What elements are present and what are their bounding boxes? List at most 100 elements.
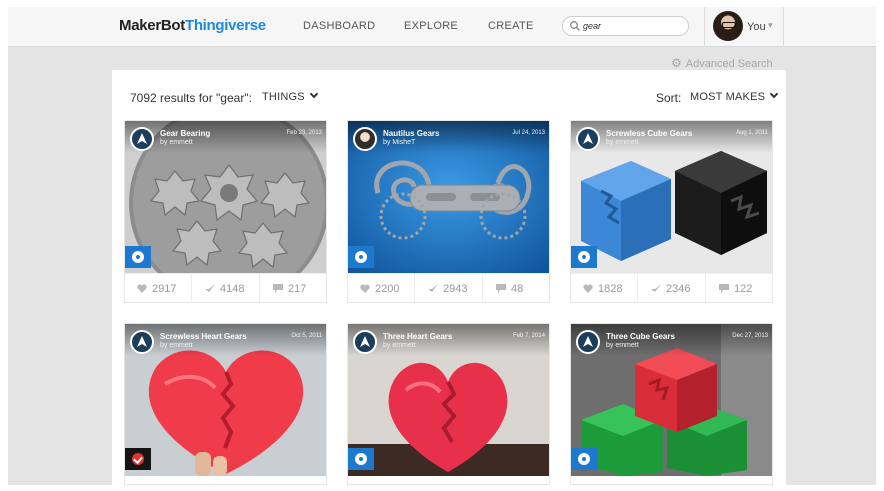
thing-date: Dec 27, 2013 [732, 333, 768, 339]
thing-title[interactable]: Three Cube Gears [606, 332, 675, 341]
thing-title[interactable]: Screwless Cube Gears [606, 129, 692, 138]
author-avatar[interactable] [576, 127, 600, 151]
thing-card[interactable]: Three Cube Gears by emmett Dec 27, 2013 [570, 323, 773, 485]
search-icon [570, 21, 580, 31]
featured-badge [571, 246, 597, 268]
made-badge [125, 448, 151, 470]
thing-image[interactable]: Screwless Heart Gears by emmett Oct 5, 2… [125, 324, 326, 476]
made-check-icon [132, 453, 144, 465]
like-count-value: 2917 [152, 283, 177, 295]
card-header: Nautilus Gears by MisheT Jul 24, 2013 [348, 121, 549, 153]
thing-image[interactable]: Three Heart Gears by emmett Feb 7, 2014 [348, 324, 549, 476]
nav-create[interactable]: CREATE [488, 20, 534, 32]
author-avatar[interactable] [130, 127, 154, 151]
card-header: Three Heart Gears by emmett Feb 7, 2014 [348, 324, 549, 356]
thing-date: Feb 7, 2014 [512, 333, 545, 339]
thing-title[interactable]: Gear Bearing [160, 129, 210, 138]
heart-icon [137, 284, 147, 293]
thing-card[interactable]: Three Heart Gears by emmett Feb 7, 2014 [347, 323, 550, 485]
thing-card[interactable]: Gear Bearing by emmett Feb 23, 2013 2917… [124, 120, 327, 303]
browser-viewport: MakerBotThingiverse DASHBOARD EXPLORE CR… [8, 7, 876, 485]
thing-image[interactable]: Screwless Cube Gears by emmett Aug 1, 20… [571, 121, 772, 273]
like-count[interactable]: 2200 [348, 274, 415, 302]
sort-value-label: MOST MAKES [690, 91, 766, 103]
collect-count-value: 2943 [443, 283, 468, 295]
collect-count-value: 2346 [666, 283, 691, 295]
collect-icon [205, 284, 215, 292]
like-count[interactable]: 1828 [571, 274, 638, 302]
results-type-label: THINGS [262, 91, 305, 103]
like-count-value: 2200 [375, 283, 400, 295]
thing-date: Aug 1, 2011 [736, 130, 768, 136]
thing-author[interactable]: by emmett [606, 139, 639, 146]
thing-image[interactable]: Three Cube Gears by emmett Dec 27, 2013 [571, 324, 772, 476]
author-avatar[interactable] [130, 330, 154, 354]
gear-icon: ⚙ [671, 56, 682, 70]
thing-author[interactable]: by emmett [160, 139, 193, 146]
thing-date: Feb 23, 2013 [286, 130, 322, 136]
site-logo[interactable]: MakerBotThingiverse [119, 17, 266, 34]
nav-explore[interactable]: EXPLORE [404, 20, 458, 32]
collect-icon [428, 284, 438, 292]
featured-star-icon [578, 453, 590, 465]
featured-badge [125, 246, 151, 268]
sort-dropdown[interactable]: MOST MAKES [690, 89, 779, 103]
collect-icon [651, 284, 661, 292]
thing-title[interactable]: Screwless Heart Gears [160, 332, 247, 341]
featured-badge [348, 448, 374, 470]
chevron-down-icon: ▾ [768, 20, 773, 30]
author-avatar[interactable] [576, 330, 600, 354]
thing-card[interactable]: Screwless Heart Gears by emmett Oct 5, 2… [124, 323, 327, 485]
results-count: 7092 results for "gear": [130, 91, 252, 105]
top-navbar: MakerBotThingiverse DASHBOARD EXPLORE CR… [8, 7, 876, 47]
like-count[interactable]: 2917 [125, 274, 192, 302]
advanced-search-label: Advanced Search [685, 58, 773, 70]
collect-count[interactable]: 2346 [639, 274, 706, 302]
thing-author[interactable]: by emmett [383, 342, 416, 349]
chevron-down-icon [309, 89, 319, 99]
comment-count[interactable]: 122 [707, 274, 772, 302]
user-name: You [747, 21, 766, 33]
results-type-dropdown[interactable]: THINGS [262, 89, 319, 103]
like-count-value: 1828 [598, 283, 623, 295]
comment-count-value: 217 [288, 283, 307, 295]
thing-card[interactable]: Screwless Cube Gears by emmett Aug 1, 20… [570, 120, 773, 303]
featured-badge [571, 448, 597, 470]
comment-count[interactable]: 217 [261, 274, 326, 302]
chevron-down-icon [769, 89, 779, 99]
thing-author[interactable]: by emmett [160, 342, 193, 349]
comment-count-value: 122 [734, 283, 753, 295]
thing-stats: 2200 2943 48 [348, 273, 549, 302]
author-avatar[interactable] [353, 127, 377, 151]
logo-makerbot: MakerBot [119, 17, 185, 34]
comment-icon [496, 284, 506, 293]
thing-date: Oct 5, 2011 [291, 333, 322, 339]
thing-title[interactable]: Nautilus Gears [383, 129, 439, 138]
featured-star-icon [578, 251, 590, 263]
comment-icon [719, 284, 729, 293]
author-avatar[interactable] [353, 330, 377, 354]
comment-count-value: 48 [511, 283, 524, 295]
logo-thingiverse: Thingiverse [184, 17, 266, 34]
collect-count[interactable]: 4148 [193, 274, 260, 302]
thing-image[interactable]: Gear Bearing by emmett Feb 23, 2013 [125, 121, 326, 273]
featured-star-icon [132, 251, 144, 263]
user-avatar[interactable] [713, 11, 743, 41]
thing-author[interactable]: by MisheT [383, 139, 415, 146]
thing-author[interactable]: by emmett [606, 342, 639, 349]
user-menu[interactable]: You ▾ [704, 7, 784, 47]
thing-image[interactable]: Nautilus Gears by MisheT Jul 24, 2013 [348, 121, 549, 273]
nav-dashboard[interactable]: DASHBOARD [303, 20, 375, 32]
card-header: Screwless Heart Gears by emmett Oct 5, 2… [125, 324, 326, 356]
advanced-search-link[interactable]: ⚙ Advanced Search [671, 56, 773, 70]
collect-count[interactable]: 2943 [416, 274, 483, 302]
thing-date: Jul 24, 2013 [512, 130, 545, 136]
search-input[interactable] [583, 19, 683, 33]
thing-card[interactable]: Nautilus Gears by MisheT Jul 24, 2013 22… [347, 120, 550, 303]
comment-icon [273, 284, 283, 293]
comment-count[interactable]: 48 [484, 274, 549, 302]
search-box[interactable] [562, 16, 689, 36]
thing-title[interactable]: Three Heart Gears [383, 332, 452, 341]
featured-star-icon [355, 453, 367, 465]
card-header: Gear Bearing by emmett Feb 23, 2013 [125, 121, 326, 153]
